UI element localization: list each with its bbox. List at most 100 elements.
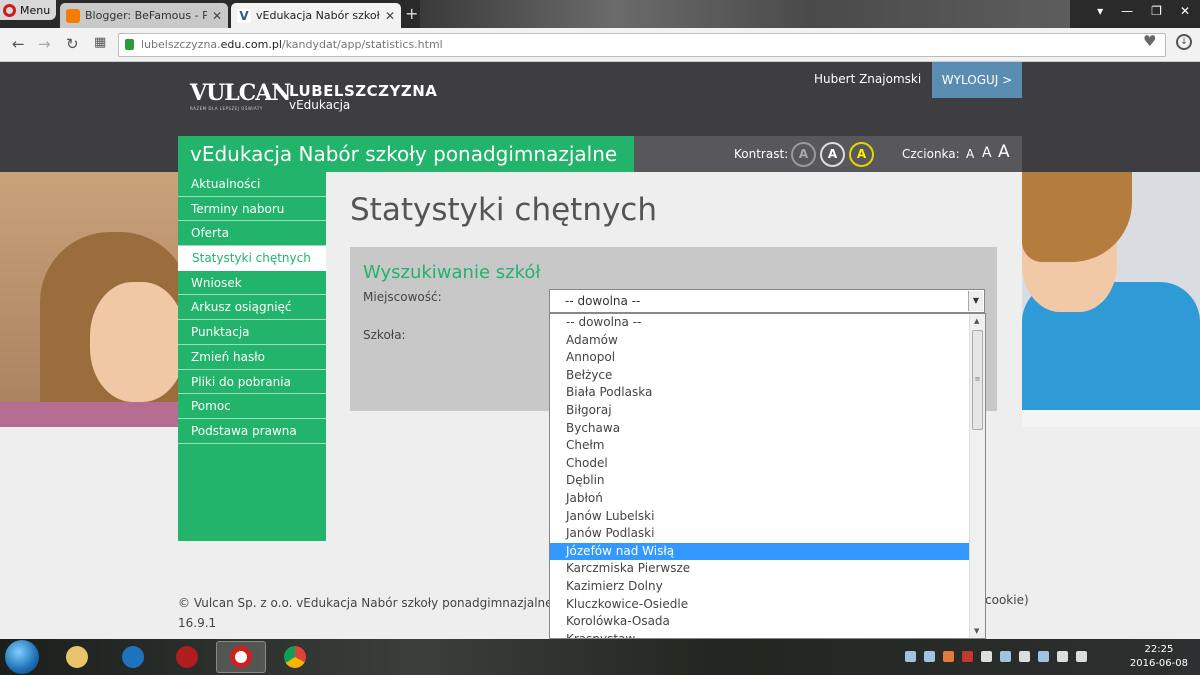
url-host: edu.com.pl <box>220 38 282 51</box>
dropdown-option[interactable]: Adamów <box>550 332 970 350</box>
dropdown-option[interactable]: Bychawa <box>550 420 970 438</box>
sidebar-item-arkusz-osiagniec[interactable]: Arkusz osiągnięć <box>178 295 326 321</box>
vulcan-logo[interactable]: VULCAN RAZEM DLA LEPSZEJ OŚWIATY <box>190 80 291 111</box>
dropdown-option[interactable]: Chodel <box>550 455 970 473</box>
taskbar-ccleaner-app[interactable] <box>108 641 158 673</box>
dropdown-option[interactable]: Krasnystaw <box>550 631 970 638</box>
taskbar-chrome-app[interactable] <box>270 641 320 673</box>
region-title: LUBELSZCZYZNA vEdukacja <box>289 83 437 111</box>
taskbar-game-app[interactable] <box>162 641 212 673</box>
minimize-button[interactable]: — <box>1121 4 1133 18</box>
dropdown-option[interactable]: Janów Lubelski <box>550 508 970 526</box>
maximize-button[interactable]: ❐ <box>1151 4 1162 18</box>
dropdown-option[interactable]: Józefów nad Wisłą <box>550 542 970 561</box>
forward-arrow-icon[interactable]: → <box>38 35 51 53</box>
url-prefix: lubelszczyzna. <box>141 38 221 51</box>
sidebar-item-statystyki-chetnych[interactable]: Statystyki chętnych <box>178 246 326 271</box>
reload-icon[interactable]: ↻ <box>66 35 79 53</box>
sidebar-item-wniosek[interactable]: Wniosek <box>178 271 326 296</box>
dropdown-option[interactable]: Dęblin <box>550 472 970 490</box>
tab-close-icon[interactable]: ✕ <box>212 9 222 23</box>
dropdown-option[interactable]: Kluczkowice-Osiedle <box>550 596 970 614</box>
tray-icon[interactable] <box>1038 651 1049 662</box>
dropdown-options: -- dowolna -- Adamów Annopol Bełżyce Biała P… <box>550 314 970 638</box>
new-tab-button[interactable]: + <box>405 4 418 23</box>
browser-tab-vedukacja[interactable]: V vEdukacja Nabór szkoły ponadgimnazjaln… <box>231 3 401 28</box>
dropdown-option[interactable]: Korolówka-Osada <box>550 613 970 631</box>
address-bar: ← → ↻ ▦ lubelszczyzna.edu.com.pl/kandyda… <box>0 28 1200 62</box>
font-large-button[interactable]: A <box>998 142 1010 162</box>
sidebar-item-terminy-naboru[interactable]: Terminy naboru <box>178 197 326 222</box>
sidebar-item-pliki-do-pobrania[interactable]: Pliki do pobrania <box>178 370 326 395</box>
scrollbar-thumb[interactable]: ≡ <box>972 330 983 430</box>
scroll-down-icon[interactable]: ▼ <box>974 627 979 635</box>
contrast-high-button[interactable]: A <box>820 142 845 167</box>
dropdown-option[interactable]: Annopol <box>550 349 970 367</box>
blogger-favicon-icon <box>66 8 80 23</box>
sidebar-item-podstawa-prawna[interactable]: Podstawa prawna <box>178 419 326 444</box>
tray-icon[interactable] <box>962 651 973 662</box>
boy-photo <box>1022 172 1200 410</box>
tab-title: vEdukacja Nabór szkoły ponadgimnazjalne <box>256 9 380 22</box>
clock-time: 22:25 <box>1144 644 1174 655</box>
dropdown-option[interactable]: Janów Podlaski <box>550 525 970 543</box>
sidebar-nav: Aktualności Terminy naboru Oferta Statys… <box>178 172 326 541</box>
dropdown-option[interactable]: Bełżyce <box>550 367 970 385</box>
browser-tab-blogger[interactable]: Blogger: BeFamous - Przeglą ✕ <box>60 3 228 28</box>
dropdown-scrollbar[interactable]: ▲ ≡ ▼ <box>969 314 985 638</box>
tray-icon[interactable] <box>1000 651 1011 662</box>
footer-cookie-fragment: cookie) <box>985 593 1029 607</box>
start-button[interactable] <box>5 640 39 674</box>
tab-menu-button[interactable]: ▾ <box>1097 4 1103 18</box>
url-input[interactable]: lubelszczyzna.edu.com.pl/kandydat/app/st… <box>118 33 1166 57</box>
sidebar-item-zmien-haslo[interactable]: Zmień hasło <box>178 345 326 370</box>
tray-icon[interactable] <box>924 651 935 662</box>
logout-button[interactable]: WYLOGUJ > <box>932 62 1022 98</box>
sidebar-item-pomoc[interactable]: Pomoc <box>178 394 326 419</box>
city-select[interactable]: -- dowolna -- ▼ <box>549 289 985 313</box>
dropdown-option[interactable]: Biłgoraj <box>550 402 970 420</box>
bookmark-heart-icon[interactable]: ♥ <box>1143 32 1156 50</box>
taskbar-clock[interactable]: 22:25 2016-06-08 <box>1130 643 1188 671</box>
city-dropdown-list[interactable]: -- dowolna -- Adamów Annopol Bełżyce Biała P… <box>549 313 986 639</box>
logo-brand: VULCAN <box>190 80 291 106</box>
girl-photo <box>0 172 178 427</box>
game-icon <box>176 646 198 668</box>
dropdown-option[interactable]: -- dowolna -- <box>550 314 970 332</box>
scroll-up-icon[interactable]: ▲ <box>974 317 979 325</box>
taskbar-opera-app[interactable] <box>216 641 266 673</box>
font-medium-button[interactable]: A <box>982 145 992 161</box>
contrast-normal-button[interactable]: A <box>791 142 816 167</box>
network-icon[interactable] <box>1057 651 1068 662</box>
app-title: vEdukacja Nabór szkoły ponadgimnazjalne <box>178 136 634 172</box>
chevron-down-icon[interactable]: ▼ <box>968 291 983 311</box>
download-icon[interactable]: ↓ <box>1176 34 1192 50</box>
tab-bar-background <box>420 0 1070 28</box>
tray-icon[interactable] <box>943 651 954 662</box>
dropdown-option[interactable]: Chełm <box>550 437 970 455</box>
tray-icon[interactable] <box>905 651 916 662</box>
close-window-button[interactable]: ✕ <box>1180 4 1190 18</box>
volume-icon[interactable] <box>1076 651 1087 662</box>
accessibility-toolbar: Kontrast: A A A Czcionka: A A A <box>634 136 1022 172</box>
back-arrow-icon[interactable]: ← <box>12 35 25 53</box>
font-small-button[interactable]: A <box>966 147 974 161</box>
logo-tagline: RAZEM DLA LEPSZEJ OŚWIATY <box>190 106 263 111</box>
opera-menu-button[interactable]: Menu <box>0 0 56 20</box>
sidebar-item-punktacja[interactable]: Punktacja <box>178 320 326 345</box>
tray-icon[interactable] <box>981 651 992 662</box>
speed-dial-grid-icon[interactable]: ▦ <box>94 35 106 50</box>
taskbar-paint-app[interactable] <box>52 641 102 673</box>
tab-close-icon[interactable]: ✕ <box>385 9 395 23</box>
dropdown-option[interactable]: Karczmiska Pierwsze <box>550 560 970 578</box>
contrast-yellow-button[interactable]: A <box>849 142 874 167</box>
opera-logo-icon <box>3 3 16 17</box>
dropdown-option[interactable]: Kazimierz Dolny <box>550 578 970 596</box>
sidebar-item-aktualnosci[interactable]: Aktualności <box>178 172 326 197</box>
dropdown-option[interactable]: Jabłoń <box>550 490 970 508</box>
tray-icon[interactable] <box>1019 651 1030 662</box>
sidebar-item-oferta[interactable]: Oferta <box>178 221 326 247</box>
secure-lock-icon <box>125 39 134 50</box>
dropdown-option[interactable]: Biała Podlaska <box>550 384 970 402</box>
windows-taskbar: 22:25 2016-06-08 <box>0 639 1200 675</box>
